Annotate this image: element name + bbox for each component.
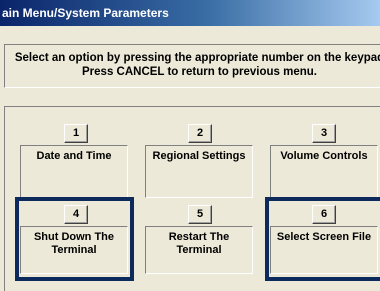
instructions-line-2: Press CANCEL to return to previous menu. <box>82 66 317 78</box>
option-3-label: Volume Controls <box>280 150 368 162</box>
option-4-label-line-1: Shut Down The <box>33 231 115 243</box>
window-title: ain Menu/System Parameters <box>0 0 380 26</box>
instructions-box: Select an option by pressing the appropr… <box>4 44 380 88</box>
option-3-box[interactable]: Volume Controls <box>270 145 378 198</box>
option-4-number-button[interactable]: 4 <box>64 205 88 224</box>
option-5-box[interactable]: Restart The Terminal <box>145 226 253 274</box>
option-4-label-line-2: Terminal <box>51 244 97 256</box>
system-parameters-window: ain Menu/System Parameters Select an opt… <box>0 0 380 291</box>
option-4-box[interactable]: Shut Down The Terminal <box>20 226 128 274</box>
option-6-box[interactable]: Select Screen File <box>270 226 378 274</box>
option-3-number-button[interactable]: 3 <box>312 124 336 143</box>
option-2-box[interactable]: Regional Settings <box>145 145 253 198</box>
instructions-line-1: Select an option by pressing the appropr… <box>14 52 380 64</box>
option-5-label-line-2: Terminal <box>176 244 222 256</box>
option-6-label: Select Screen File <box>276 231 372 243</box>
option-5-label-line-1: Restart The <box>168 231 230 243</box>
option-5-number-button[interactable]: 5 <box>188 205 212 224</box>
option-1-label: Date and Time <box>36 150 112 162</box>
option-1-box[interactable]: Date and Time <box>20 145 128 198</box>
option-1-number-button[interactable]: 1 <box>64 124 88 143</box>
option-6-number-button[interactable]: 6 <box>312 205 336 224</box>
option-2-number-button[interactable]: 2 <box>188 124 212 143</box>
option-2-label: Regional Settings <box>152 150 246 162</box>
